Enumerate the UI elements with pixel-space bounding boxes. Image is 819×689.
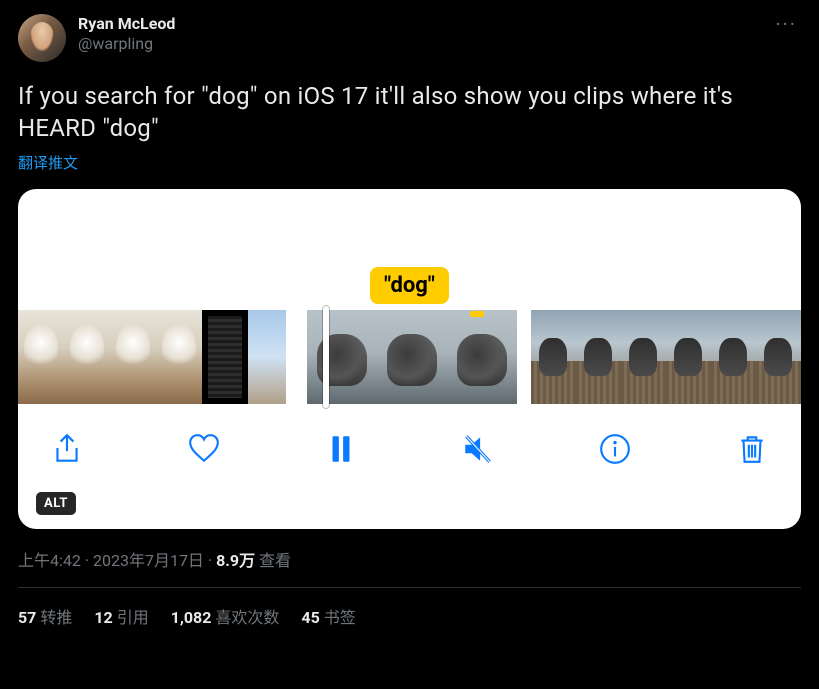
clip-thumb[interactable] <box>576 310 621 404</box>
likes-label: 喜欢次数 <box>215 608 279 627</box>
quotes-stat[interactable]: 12 引用 <box>94 604 148 628</box>
clip-thumb[interactable] <box>711 310 756 404</box>
tweet-text: If you search for "dog" on iOS 17 it'll … <box>18 80 801 144</box>
clip-gap <box>286 310 307 404</box>
tweet-stats: 57转推 12 引用 1,082喜欢次数 45 书签 <box>18 588 801 628</box>
trash-icon[interactable] <box>733 430 771 468</box>
clip-thumb[interactable] <box>248 310 286 404</box>
caption-bubble-wrap: "dog" <box>18 269 801 304</box>
clip-thumb[interactable] <box>110 310 156 404</box>
bookmarks-stat[interactable]: 45 书签 <box>301 604 355 628</box>
quotes-label: 引用 <box>117 608 149 627</box>
more-button[interactable]: ··· <box>771 14 801 34</box>
pause-icon[interactable] <box>322 430 360 468</box>
clip-group-2 <box>307 310 517 404</box>
heart-icon[interactable] <box>185 430 223 468</box>
share-icon[interactable] <box>48 430 86 468</box>
video-scrubber[interactable] <box>18 310 801 404</box>
alt-badge[interactable]: ALT <box>36 492 76 515</box>
meta-sep: · <box>204 551 216 570</box>
views-count: 8.9万 <box>216 551 255 570</box>
tweet-header: Ryan McLeod @warpling ··· <box>18 14 801 62</box>
clip-thumb[interactable] <box>156 310 202 404</box>
retweets-label: 转推 <box>40 608 72 627</box>
clip-thumb[interactable] <box>377 310 447 404</box>
clip-thumb[interactable] <box>307 310 377 404</box>
user-handle[interactable]: @warpling <box>78 34 771 54</box>
user-block: Ryan McLeod @warpling <box>78 14 771 54</box>
bookmarks-count: 45 <box>301 608 319 627</box>
clip-thumb[interactable] <box>64 310 110 404</box>
quotes-count: 12 <box>94 608 112 627</box>
media-whitespace <box>18 189 801 269</box>
retweets-count: 57 <box>18 608 36 627</box>
tweet-time[interactable]: 上午4:42 <box>18 551 81 570</box>
bookmarks-label: 书签 <box>324 608 356 627</box>
tweet-date[interactable]: 2023年7月17日 <box>93 551 204 570</box>
translate-link[interactable]: 翻译推文 <box>18 152 801 173</box>
clip-thumb[interactable] <box>447 310 517 404</box>
clip-group-3 <box>531 310 801 404</box>
display-name[interactable]: Ryan McLeod <box>78 14 771 34</box>
avatar[interactable] <box>18 14 66 62</box>
clip-gap <box>517 310 531 404</box>
tweet-media[interactable]: "dog" <box>18 189 801 529</box>
clip-thumb[interactable] <box>531 310 576 404</box>
playhead[interactable] <box>323 306 329 408</box>
media-toolbar <box>18 404 801 488</box>
meta-sep: · <box>81 551 93 570</box>
clip-thumb[interactable] <box>756 310 801 404</box>
tweet-meta: 上午4:42 · 2023年7月17日 · 8.9万 查看 <box>18 547 801 571</box>
tweet-container: Ryan McLeod @warpling ··· If you search … <box>0 0 819 628</box>
clip-thumb[interactable] <box>202 310 248 404</box>
views-label: 查看 <box>255 551 291 570</box>
retweets-stat[interactable]: 57转推 <box>18 604 72 628</box>
caption-marker <box>470 311 484 317</box>
info-icon[interactable] <box>596 430 634 468</box>
caption-bubble: "dog" <box>370 267 449 304</box>
likes-stat[interactable]: 1,082喜欢次数 <box>171 604 280 628</box>
clip-thumb[interactable] <box>666 310 711 404</box>
clip-thumb[interactable] <box>18 310 64 404</box>
clip-thumb[interactable] <box>621 310 666 404</box>
likes-count: 1,082 <box>171 608 212 627</box>
clip-group-1 <box>18 310 286 404</box>
mute-icon[interactable] <box>459 430 497 468</box>
